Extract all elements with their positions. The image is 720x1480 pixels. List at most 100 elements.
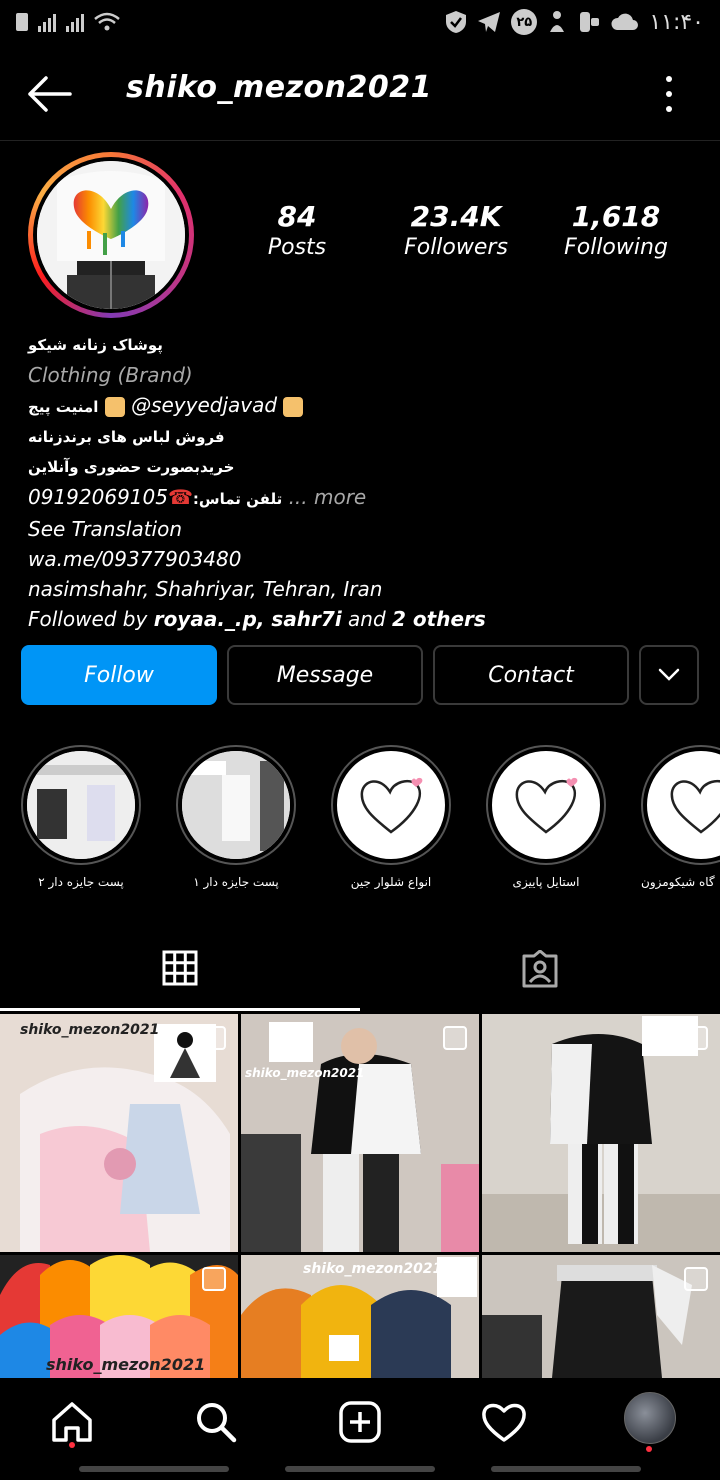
more-options-icon[interactable] [664, 76, 674, 112]
contact-button[interactable]: Contact [433, 645, 629, 705]
mention-link[interactable]: @seyyedjavad [131, 393, 277, 417]
carousel-icon [202, 1026, 226, 1050]
phone-number: 09192069105 [28, 485, 168, 509]
suggested-accounts-button[interactable] [639, 645, 699, 705]
sim-icon [16, 13, 28, 31]
bio-line-buy: خریدبصورت حضوری وآنلاین [28, 458, 235, 476]
bottom-navigation [0, 1378, 720, 1480]
post-thumbnail[interactable] [482, 1014, 720, 1252]
bio-security-line: امنیت پیج @seyyedjavad [28, 390, 708, 422]
telegram-icon [478, 12, 501, 32]
chevron-down-icon [658, 668, 680, 681]
status-time: ۱۱:۴۰ [649, 9, 704, 35]
location-text: nasimshahr, Shahriyar, Tehran, Iran [28, 577, 383, 601]
followed-by-names: royaa._.p, sahr7i [153, 607, 342, 631]
technologist-icon [283, 396, 304, 417]
shield-icon [446, 11, 467, 33]
highlight-cover [27, 751, 135, 859]
back-arrow-icon[interactable] [26, 74, 72, 114]
bio-phone-line: 09192069105☎:تلفن تماس ... more [28, 482, 708, 514]
stat-label: Following [564, 235, 668, 260]
header-divider [0, 140, 720, 141]
stat-label: Followers [404, 235, 508, 260]
stat-followers[interactable]: 23.4K Followers [381, 200, 531, 260]
wifi-icon [94, 12, 120, 31]
message-button[interactable]: Message [227, 645, 423, 705]
highlight-item[interactable]: انواع شلوار جین [331, 745, 451, 889]
profile-name: پوشاک زنانه شیکو [28, 336, 163, 354]
tagged-photos-icon[interactable] [520, 950, 560, 988]
app-icon [580, 12, 600, 32]
highlight-cover [337, 751, 445, 859]
highlight-item[interactable]: گاه شیکومزون [641, 745, 720, 889]
post-thumbnail[interactable]: shiko_mezon2021 [241, 1014, 479, 1252]
highlight-item[interactable]: پست جایزه دار ۱ [176, 745, 296, 889]
signal-icon [38, 12, 56, 32]
home-icon[interactable] [48, 1398, 96, 1446]
activity-heart-icon[interactable] [480, 1398, 528, 1446]
carousel-icon [202, 1267, 226, 1291]
follow-button[interactable]: Follow [21, 645, 217, 705]
app-icon [550, 11, 565, 32]
bio-line-sale: فروش لباس های برندزنانه [28, 428, 225, 446]
post-watermark: shiko_mezon2021 [20, 1022, 160, 1038]
highlight-cover [647, 751, 720, 859]
search-icon[interactable] [192, 1398, 240, 1446]
see-translation-link[interactable]: See Translation [28, 514, 708, 544]
heart-outline-icon [515, 777, 578, 834]
phone-label: :تلفن تماس [192, 490, 283, 508]
highlight-cover [492, 751, 600, 859]
cloud-icon [611, 13, 639, 30]
bio-security-label: امنیت پیج [28, 398, 99, 416]
followed-by-others: 2 others [392, 607, 486, 631]
post-thumbnail[interactable]: shiko_mezon2021 [0, 1255, 238, 1378]
post-watermark: shiko_mezon2021 [303, 1261, 443, 1277]
notification-dot [69, 1442, 75, 1448]
post-thumbnail[interactable]: shiko_mezon2021 [241, 1255, 479, 1378]
highlight-item[interactable]: پست جایزه دار ۲ [21, 745, 141, 889]
post-thumbnail[interactable]: shiko_mezon2021 [0, 1014, 238, 1252]
carousel-icon [684, 1026, 708, 1050]
carousel-icon [443, 1267, 467, 1291]
notification-badge: ۲۵ [511, 9, 538, 35]
followed-by-prefix: Followed by [28, 607, 148, 631]
avatar[interactable] [28, 152, 194, 318]
carousel-icon [443, 1026, 467, 1050]
highlight-cover [182, 751, 290, 859]
telephone-icon: ☎ [167, 485, 193, 509]
profile-tabs [0, 930, 720, 1012]
active-tab-indicator [0, 1008, 360, 1011]
highlight-caption: گاه شیکومزون [641, 875, 715, 889]
notification-dot [646, 1446, 652, 1452]
carousel-icon [684, 1267, 708, 1291]
post-thumbnail[interactable] [482, 1255, 720, 1378]
status-bar: ۲۵ ۱۱:۴۰ [0, 0, 720, 44]
technologist-icon [104, 396, 125, 417]
stat-posts[interactable]: 84 Posts [222, 200, 372, 260]
highlight-caption: پست جایزه دار ۱ [193, 875, 279, 889]
highlight-caption: استایل پاییزی [512, 875, 580, 889]
more-link[interactable]: ... more [289, 485, 367, 509]
stat-label: Posts [267, 235, 327, 260]
post-watermark: shiko_mezon2021 [46, 1355, 206, 1374]
page-title: shiko_mezon2021 [126, 70, 433, 105]
stat-following[interactable]: 1,618 Following [541, 200, 691, 260]
profile-category: Clothing (Brand) [28, 363, 193, 387]
profile-bio: پوشاک زنانه شیکو Clothing (Brand) امنیت … [28, 330, 708, 634]
signal-icon [66, 12, 84, 32]
stat-value: 84 [277, 200, 317, 233]
highlight-caption: انواع شلوار جین [350, 875, 432, 889]
heart-outline-icon [360, 777, 423, 834]
highlight-caption: پست جایزه دار ۲ [38, 875, 124, 889]
stat-value: 1,618 [571, 200, 661, 233]
profile-header: shiko_mezon2021 [0, 44, 720, 140]
profile-avatar-icon[interactable] [624, 1392, 676, 1444]
followed-by[interactable]: Followed by royaa._.p, sahr7i and 2 othe… [28, 604, 708, 634]
highlight-item[interactable]: استایل پاییزی [486, 745, 606, 889]
grid-icon[interactable] [162, 950, 198, 986]
website-link[interactable]: wa.me/09377903480 [28, 544, 708, 574]
avatar-image [37, 161, 185, 309]
system-gesture-bar [0, 1466, 720, 1472]
followed-by-and: and [348, 607, 386, 631]
new-post-icon[interactable] [336, 1398, 384, 1446]
